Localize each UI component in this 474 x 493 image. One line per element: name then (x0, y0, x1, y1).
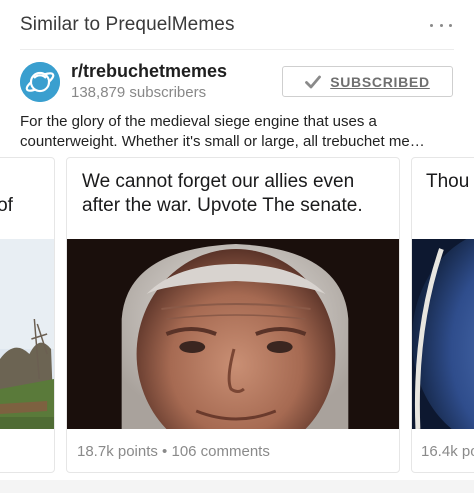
header-divider (20, 49, 454, 50)
subreddit-name[interactable]: r/trebuchetmemes (71, 61, 227, 82)
subreddit-description: For the glory of the medieval siege engi… (20, 113, 425, 150)
post-thumbnail-space-image (412, 239, 474, 429)
post-carousel[interactable]: o of o We cannot forget our allies even … (0, 157, 474, 475)
more-dots-icon (430, 23, 433, 27)
subscriber-count: 138,879 subscribers (71, 84, 207, 101)
post-card[interactable]: We cannot forget our allies even after t… (66, 157, 400, 473)
post-card-previous[interactable]: o of o (0, 157, 55, 473)
subscribed-button-label: SUBSCRIBED (330, 73, 430, 90)
post-thumbnail-trebuchet-image (0, 239, 54, 429)
panel-title: Similar to PrequelMemes (20, 14, 235, 35)
panel-header: Similar to PrequelMemes (0, 0, 474, 50)
checkmark-icon (305, 75, 322, 88)
post-card-title: We cannot forget our allies even after t… (82, 171, 363, 216)
similar-communities-panel: Similar to PrequelMemes r/trebuchetmemes… (0, 0, 474, 493)
subscribed-button[interactable]: SUBSCRIBED (282, 66, 453, 97)
post-card-stats: 16.4k po (421, 443, 474, 460)
post-card-stats: 18.7k points • 106 comments (77, 443, 270, 460)
bottom-scroll-track (0, 480, 474, 493)
planet-icon[interactable] (20, 62, 60, 102)
post-thumbnail-palpatine-image (67, 239, 399, 429)
more-options-button[interactable] (430, 16, 452, 34)
post-card-title: Thou (426, 171, 470, 192)
post-card-next[interactable]: Thou 16.4k po (411, 157, 474, 473)
